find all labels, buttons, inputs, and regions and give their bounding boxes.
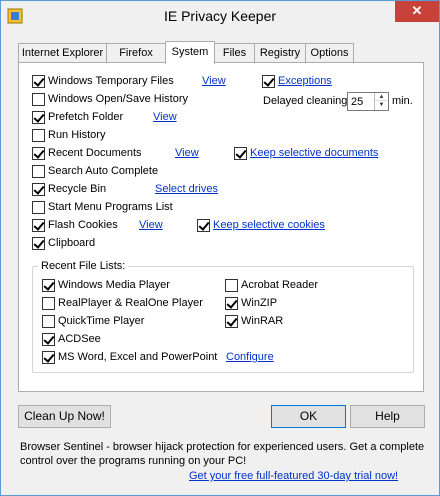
spinner-buttons: ▲ ▼ — [374, 93, 388, 110]
tab-files[interactable]: Files — [214, 43, 255, 63]
start-menu-programs-checkbox[interactable]: Start Menu Programs List — [32, 200, 173, 214]
search-auto-complete-checkbox[interactable]: Search Auto Complete — [32, 164, 158, 178]
spin-up-icon[interactable]: ▲ — [375, 93, 388, 101]
spin-down-icon[interactable]: ▼ — [375, 101, 388, 109]
checkbox-box — [42, 350, 55, 364]
checkbox-box — [32, 128, 45, 142]
recent-documents-checkbox[interactable]: Recent Documents — [32, 146, 142, 160]
clipboard-checkbox[interactable]: Clipboard — [32, 236, 95, 250]
keep-selective-cookies-checkbox[interactable]: Keep selective cookies — [197, 218, 325, 232]
delayed-cleaning-value[interactable]: 25 — [351, 95, 363, 109]
checkbox-box — [42, 314, 55, 328]
tab-options[interactable]: Options — [305, 43, 354, 63]
open-save-history-checkbox[interactable]: Windows Open/Save History — [32, 92, 188, 106]
checkbox-box — [234, 146, 247, 160]
view-flash-cookies-link[interactable]: View — [139, 218, 163, 232]
title-bar: IE Privacy Keeper ✕ — [1, 1, 439, 31]
winrar-checkbox[interactable]: WinRAR — [225, 314, 283, 328]
flash-cookies-checkbox[interactable]: Flash Cookies — [32, 218, 118, 232]
view-prefetch-link[interactable]: View — [153, 110, 177, 124]
tab-internet-explorer[interactable]: Internet Explorer — [18, 43, 107, 63]
configure-link[interactable]: Configure — [226, 350, 274, 364]
checkbox-box — [42, 296, 55, 310]
windows-temp-files-checkbox[interactable]: Windows Temporary Files — [32, 74, 174, 88]
winzip-checkbox[interactable]: WinZIP — [225, 296, 277, 310]
checkbox-box — [32, 164, 45, 178]
delayed-cleaning-spinner[interactable]: 25 ▲ ▼ — [347, 92, 389, 111]
checkbox-box — [42, 278, 55, 292]
checkbox-box — [32, 236, 45, 250]
windows-media-player-checkbox[interactable]: Windows Media Player — [42, 278, 170, 292]
promo-text: Browser Sentinel - browser hijack protec… — [20, 441, 425, 467]
tab-firefox[interactable]: Firefox — [106, 43, 166, 63]
checkbox-box — [32, 146, 45, 160]
help-button[interactable]: Help — [350, 405, 425, 428]
checkbox-box — [42, 332, 55, 346]
realplayer-checkbox[interactable]: RealPlayer & RealOne Player — [42, 296, 203, 310]
prefetch-folder-checkbox[interactable]: Prefetch Folder — [32, 110, 123, 124]
tab-registry[interactable]: Registry — [254, 43, 306, 63]
ok-button[interactable]: OK — [271, 405, 346, 428]
recycle-bin-checkbox[interactable]: Recycle Bin — [32, 182, 106, 196]
checkbox-box — [32, 182, 45, 196]
view-temp-files-link[interactable]: View — [202, 74, 226, 88]
quicktime-checkbox[interactable]: QuickTime Player — [42, 314, 144, 328]
run-history-checkbox[interactable]: Run History — [32, 128, 105, 142]
acdsee-checkbox[interactable]: ACDSee — [42, 332, 101, 346]
checkbox-box — [225, 296, 238, 310]
keep-selective-documents-checkbox[interactable]: Keep selective documents — [234, 146, 378, 160]
checkbox-box — [32, 218, 45, 232]
checkbox-box — [225, 314, 238, 328]
exceptions-checkbox[interactable]: Exceptions — [262, 74, 332, 88]
delayed-cleaning-unit: min. — [392, 95, 413, 107]
trial-link[interactable]: Get your free full-featured 30-day trial… — [189, 470, 398, 482]
clean-up-now-button[interactable]: Clean Up Now! — [18, 405, 111, 428]
checkbox-box — [262, 74, 275, 88]
window-title: IE Privacy Keeper — [163, 8, 277, 24]
checkbox-box — [32, 74, 45, 88]
app-window: IE Privacy Keeper ✕ Internet Explorer Fi… — [0, 0, 440, 496]
ms-office-checkbox[interactable]: MS Word, Excel and PowerPoint — [42, 350, 217, 364]
acrobat-reader-checkbox[interactable]: Acrobat Reader — [225, 278, 318, 292]
checkbox-box — [32, 200, 45, 214]
checkbox-box — [32, 92, 45, 106]
close-button[interactable]: ✕ — [395, 1, 439, 22]
recent-file-lists-title: Recent File Lists: — [38, 260, 129, 272]
delayed-cleaning-label: Delayed cleaning: — [263, 95, 351, 107]
checkbox-box — [225, 278, 238, 292]
checkbox-box — [32, 110, 45, 124]
checkbox-box — [197, 218, 210, 232]
view-recent-docs-link[interactable]: View — [175, 146, 199, 160]
select-drives-link[interactable]: Select drives — [155, 182, 218, 196]
tab-system[interactable]: System — [165, 41, 215, 64]
